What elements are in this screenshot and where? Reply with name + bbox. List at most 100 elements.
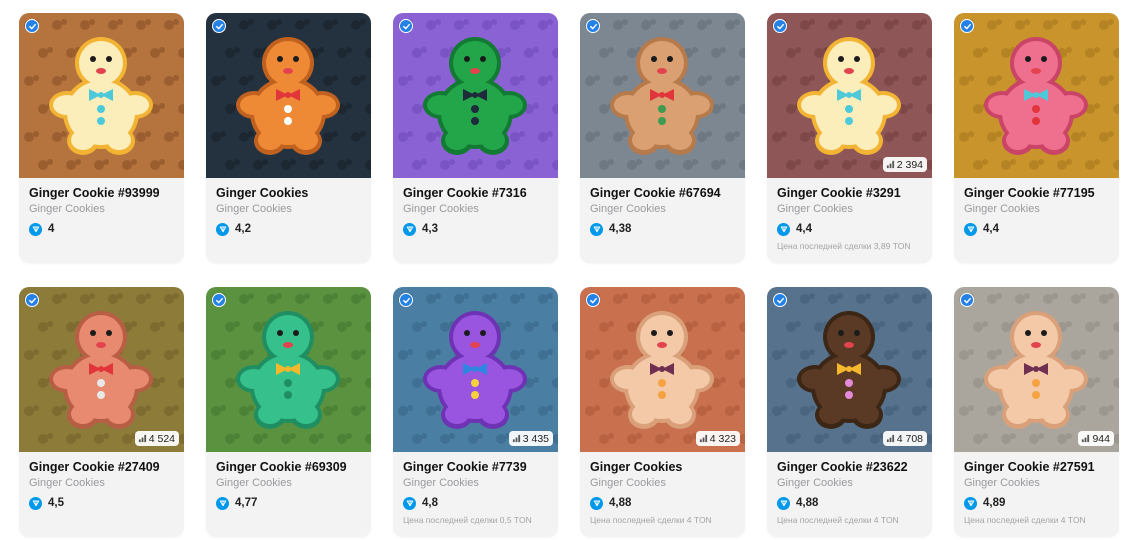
bar-chart-icon [512, 434, 520, 443]
collection-name: Ginger Cookies [964, 203, 1040, 215]
gingerbread-cookie-icon [797, 311, 901, 429]
collection-name: Ginger Cookies [403, 203, 479, 215]
price-value: 4,88 [609, 497, 632, 509]
views-count: 2 394 [896, 158, 923, 171]
price-value: 4,89 [983, 497, 1006, 509]
bar-chart-icon [1082, 434, 1090, 443]
gift-card[interactable]: 2 394 Ginger Cookie #3291 Ginger Cookies… [767, 13, 932, 263]
price-value: 4,4 [983, 223, 999, 235]
gift-thumbnail[interactable] [580, 13, 745, 178]
gift-name: Ginger Cookie #93999 [29, 186, 160, 200]
last-sale-price: Цена последней сделки 4 TON [777, 515, 899, 525]
gift-thumbnail[interactable]: 4 524 [19, 287, 184, 452]
collection-name: Ginger Cookies [29, 477, 105, 489]
last-sale-price: Цена последней сделки 0,5 TON [403, 515, 532, 525]
gift-card[interactable]: 3 435 Ginger Cookie #7739 Ginger Cookies… [393, 287, 558, 537]
gingerbread-cookie-icon [797, 37, 901, 155]
views-badge: 3 435 [508, 431, 553, 446]
gift-thumbnail[interactable]: 4 708 [767, 287, 932, 452]
verified-badge-icon [960, 19, 974, 33]
gift-card[interactable]: 4 323 Ginger Cookies Ginger Cookies 4,88… [580, 287, 745, 537]
verified-badge-icon [399, 19, 413, 33]
gift-thumbnail[interactable]: 2 394 [767, 13, 932, 178]
price-row: 4,4 [964, 222, 1109, 236]
gingerbread-cookie-icon [610, 311, 714, 429]
collection-name: Ginger Cookies [403, 477, 479, 489]
gift-name: Ginger Cookie #27409 [29, 460, 160, 474]
price-value: 4,2 [235, 223, 251, 235]
ton-diamond-icon [590, 222, 603, 236]
verified-badge-icon [960, 293, 974, 307]
gift-thumbnail[interactable] [206, 13, 371, 178]
gift-card[interactable]: 4 524 Ginger Cookie #27409 Ginger Cookie… [19, 287, 184, 537]
price-value: 4,5 [48, 497, 64, 509]
gift-card[interactable]: Ginger Cookie #67694 Ginger Cookies 4,38 [580, 13, 745, 263]
gingerbread-cookie-icon [984, 311, 1088, 429]
gift-thumbnail[interactable]: 4 323 [580, 287, 745, 452]
gift-card[interactable]: Ginger Cookie #69309 Ginger Cookies 4,77 [206, 287, 371, 537]
price-row: 4,2 [216, 222, 361, 236]
views-count: 4 708 [896, 432, 923, 445]
gift-name: Ginger Cookie #3291 [777, 186, 901, 200]
ton-diamond-icon [29, 496, 42, 510]
gift-name: Ginger Cookie #23622 [777, 460, 908, 474]
gift-card[interactable]: 4 708 Ginger Cookie #23622 Ginger Cookie… [767, 287, 932, 537]
price-row: 4,3 [403, 222, 548, 236]
ton-diamond-icon [216, 496, 229, 510]
gift-card[interactable]: Ginger Cookie #7316 Ginger Cookies 4,3 [393, 13, 558, 263]
ton-diamond-icon [216, 222, 229, 236]
gingerbread-cookie-icon [49, 37, 153, 155]
price-row: 4,88 [777, 496, 922, 510]
gingerbread-cookie-icon [236, 311, 340, 429]
views-badge: 2 394 [882, 157, 927, 172]
verified-badge-icon [773, 293, 787, 307]
verified-badge-icon [399, 293, 413, 307]
ton-diamond-icon [29, 222, 42, 236]
verified-badge-icon [25, 19, 39, 33]
collection-name: Ginger Cookies [216, 203, 292, 215]
price-value: 4,88 [796, 497, 819, 509]
collection-name: Ginger Cookies [590, 477, 666, 489]
ton-diamond-icon [403, 222, 416, 236]
views-badge: 944 [1078, 431, 1114, 446]
verified-badge-icon [25, 293, 39, 307]
gift-thumbnail[interactable] [393, 13, 558, 178]
gift-thumbnail[interactable] [19, 13, 184, 178]
price-row: 4 [29, 222, 174, 236]
price-row: 4,77 [216, 496, 361, 510]
views-count: 4 524 [148, 432, 175, 445]
gift-card[interactable]: Ginger Cookie #77195 Ginger Cookies 4,4 [954, 13, 1119, 263]
verified-badge-icon [212, 19, 226, 33]
price-row: 4,38 [590, 222, 735, 236]
gift-thumbnail[interactable]: 944 [954, 287, 1119, 452]
price-row: 4,5 [29, 496, 174, 510]
gingerbread-cookie-icon [610, 37, 714, 155]
gift-thumbnail[interactable] [954, 13, 1119, 178]
views-count: 944 [1092, 432, 1110, 445]
ton-diamond-icon [403, 496, 416, 510]
collection-name: Ginger Cookies [964, 477, 1040, 489]
gift-card[interactable]: 944 Ginger Cookie #27591 Ginger Cookies … [954, 287, 1119, 537]
collection-name: Ginger Cookies [777, 203, 853, 215]
gift-name: Ginger Cookie #7739 [403, 460, 527, 474]
price-value: 4,4 [796, 223, 812, 235]
gift-grid: Ginger Cookie #93999 Ginger Cookies 4 Gi… [19, 13, 1119, 537]
bar-chart-icon [699, 434, 707, 443]
ton-diamond-icon [777, 496, 790, 510]
gingerbread-cookie-icon [236, 37, 340, 155]
gift-card[interactable]: Ginger Cookie #93999 Ginger Cookies 4 [19, 13, 184, 263]
collection-name: Ginger Cookies [777, 477, 853, 489]
gift-card[interactable]: Ginger Cookies Ginger Cookies 4,2 [206, 13, 371, 263]
price-value: 4 [48, 223, 55, 235]
gift-name: Ginger Cookie #7316 [403, 186, 527, 200]
ton-diamond-icon [964, 222, 977, 236]
gift-name: Ginger Cookie #69309 [216, 460, 347, 474]
bar-chart-icon [886, 160, 894, 169]
collection-name: Ginger Cookies [29, 203, 105, 215]
verified-badge-icon [212, 293, 226, 307]
views-count: 4 323 [709, 432, 736, 445]
price-row: 4,8 [403, 496, 548, 510]
gift-thumbnail[interactable] [206, 287, 371, 452]
gift-thumbnail[interactable]: 3 435 [393, 287, 558, 452]
price-value: 4,8 [422, 497, 438, 509]
